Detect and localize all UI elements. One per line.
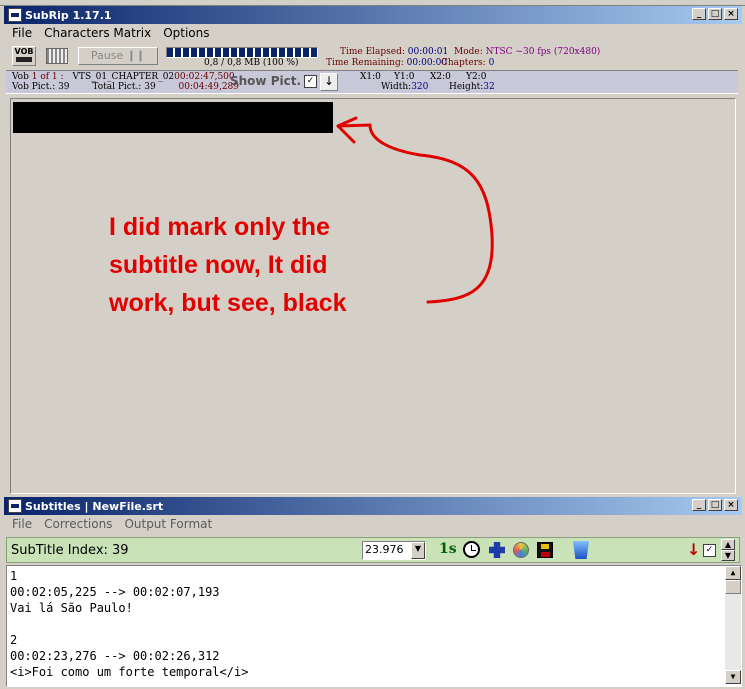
subtitles-toolbar: SubTitle Index: 39 23.976 ▼ 1s ↓ ✓ ▲ ▼ bbox=[6, 537, 740, 563]
subtitles-menubar: File Corrections Output Format bbox=[4, 515, 742, 533]
save-icon[interactable] bbox=[537, 542, 553, 558]
annotation-line-2: subtitle now, It did bbox=[109, 251, 328, 279]
scroll-thumb[interactable] bbox=[725, 580, 741, 594]
clock-icon[interactable] bbox=[463, 541, 480, 558]
spin-up-button[interactable]: ▲ bbox=[721, 539, 735, 550]
sub-menu-file[interactable]: File bbox=[4, 517, 38, 531]
editor-line: <i>Foi como um forte temporal</i> bbox=[10, 665, 249, 679]
subtitles-checkbox[interactable]: ✓ bbox=[703, 544, 716, 557]
subtitles-app-icon bbox=[8, 499, 22, 513]
sub-menu-corrections[interactable]: Corrections bbox=[38, 517, 118, 531]
subtitles-minimize-button[interactable]: _ bbox=[692, 499, 706, 511]
scroll-down-button[interactable]: ▼ bbox=[725, 670, 741, 684]
spin-down-button[interactable]: ▼ bbox=[721, 550, 735, 561]
fps-value: 23.976 bbox=[365, 543, 404, 556]
puzzle-icon[interactable] bbox=[489, 542, 505, 558]
editor-line: 2 bbox=[10, 633, 18, 647]
spin-control[interactable]: ▲ ▼ bbox=[721, 539, 735, 561]
subtitles-titlebar[interactable]: Subtitles | NewFile.srt _ □ × bbox=[4, 497, 742, 515]
subtitles-window-title: Subtitles | NewFile.srt bbox=[25, 499, 164, 513]
subtitles-window: Subtitles | NewFile.srt _ □ × File Corre… bbox=[4, 497, 742, 689]
annotation-line-3: work, but see, black bbox=[109, 289, 347, 317]
fps-dropdown-arrow[interactable]: ▼ bbox=[411, 542, 425, 559]
subtitle-editor[interactable]: 1 00:02:05,225 --> 00:02:07,193 Vai lá S… bbox=[6, 565, 742, 687]
subtitles-close-button[interactable]: × bbox=[724, 499, 738, 511]
sub-menu-output-format[interactable]: Output Format bbox=[118, 517, 218, 531]
fps-select[interactable]: 23.976 ▼ bbox=[362, 541, 426, 560]
annotation-text: I did mark only the subtitle now, It did… bbox=[109, 208, 347, 322]
annotation-line-1: I did mark only the bbox=[109, 213, 330, 241]
editor-line: 1 bbox=[10, 569, 18, 583]
trash-icon[interactable] bbox=[573, 541, 589, 559]
editor-scrollbar[interactable]: ▲ ▼ bbox=[725, 566, 741, 684]
disc-icon[interactable] bbox=[513, 542, 529, 558]
editor-line: 00:02:05,225 --> 00:02:07,193 bbox=[10, 585, 220, 599]
editor-line: 00:02:23,276 --> 00:02:26,312 bbox=[10, 649, 220, 663]
arrow-down-red-icon[interactable]: ↓ bbox=[687, 540, 700, 559]
scroll-up-button[interactable]: ▲ bbox=[725, 566, 741, 580]
one-second-icon[interactable]: 1s bbox=[439, 541, 457, 559]
subtitle-index: SubTitle Index: 39 bbox=[11, 543, 129, 558]
subtitles-maximize-button[interactable]: □ bbox=[708, 499, 722, 511]
editor-line: Vai lá São Paulo! bbox=[10, 601, 133, 615]
